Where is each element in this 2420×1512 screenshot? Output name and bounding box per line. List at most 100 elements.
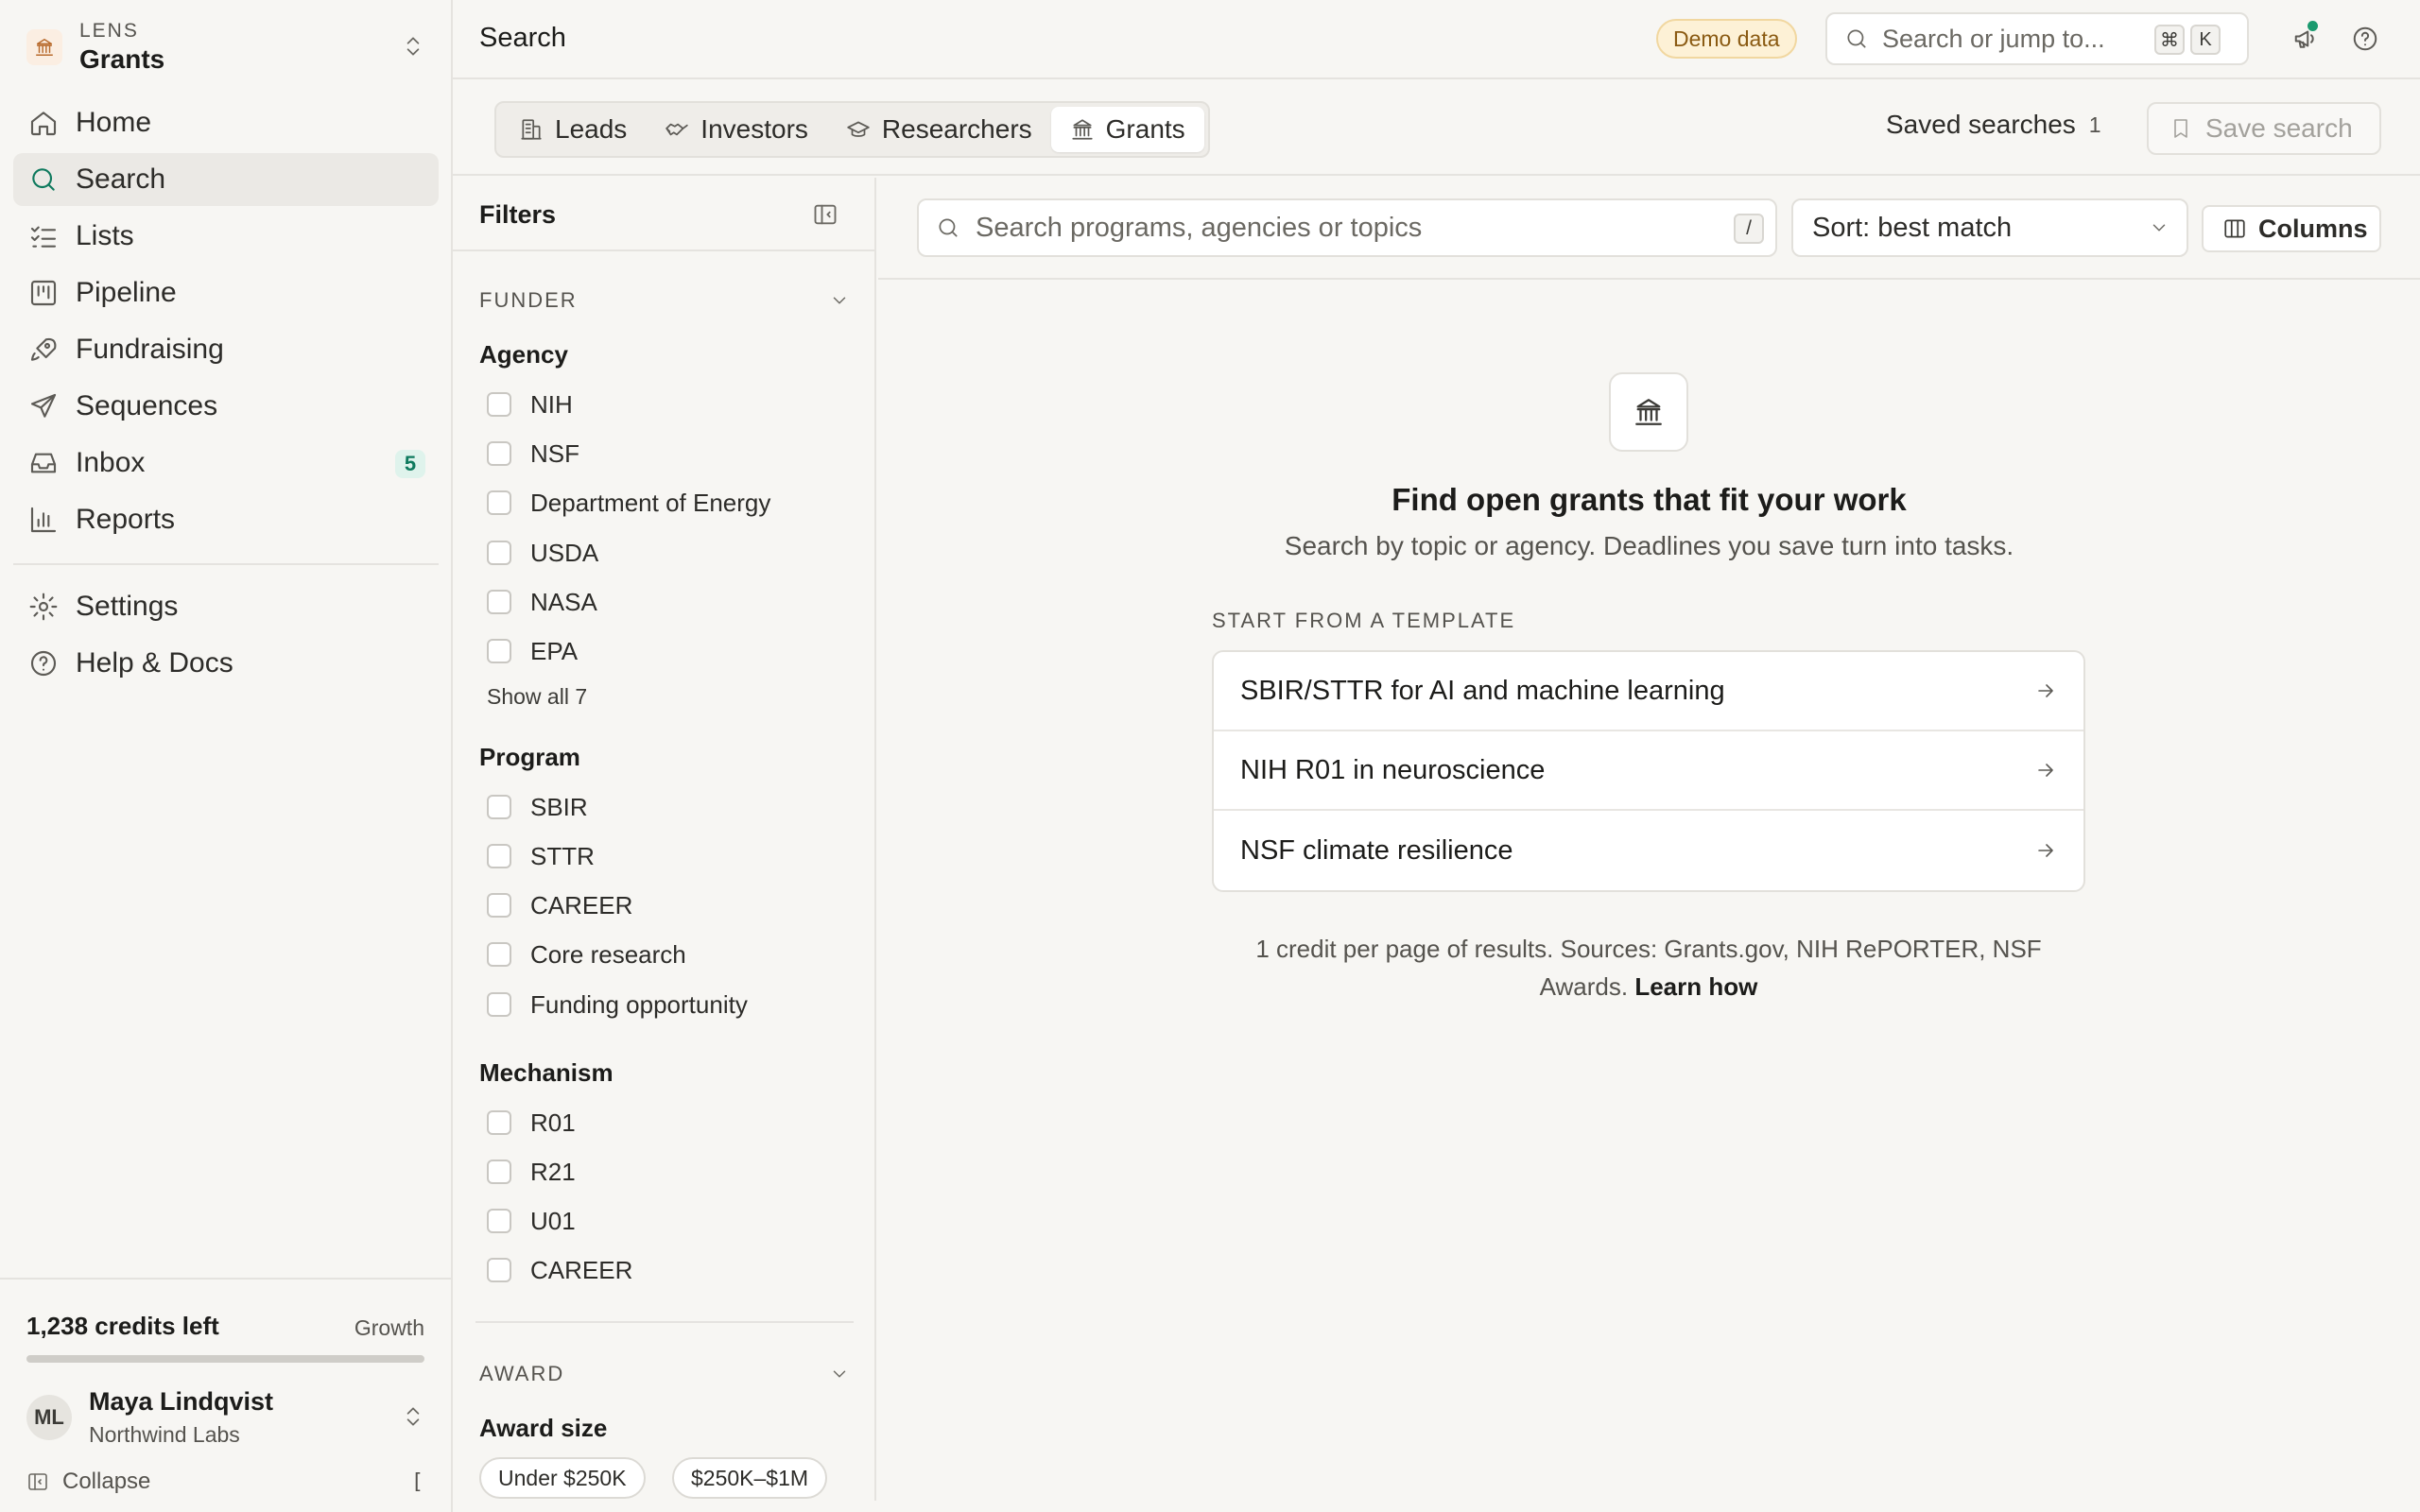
- credits-footnote: 1 credit per page of results. Sources: G…: [1212, 930, 2085, 1005]
- filters-divider: [475, 1321, 854, 1323]
- home-icon: [28, 108, 59, 138]
- nav-item-lists[interactable]: Lists: [13, 210, 439, 263]
- search-type-tabs: Leads Investors Researchers Grants: [494, 101, 1210, 158]
- columns-button[interactable]: Columns: [2202, 205, 2381, 252]
- landmark-icon: [26, 29, 62, 65]
- landmark-icon: [1070, 117, 1095, 142]
- award-size-chip[interactable]: Under $250K: [479, 1457, 646, 1499]
- program-option-sbir[interactable]: SBIR: [487, 790, 588, 824]
- checkbox[interactable]: [487, 795, 511, 819]
- sort-select[interactable]: Sort: best match: [1791, 198, 2188, 257]
- agency-option-nih[interactable]: NIH: [487, 387, 573, 421]
- global-search-input[interactable]: Search or jump to... ⌘ K: [1825, 12, 2249, 65]
- template-item[interactable]: NSF climate resilience: [1214, 811, 2083, 890]
- chevron-down-icon: [829, 290, 850, 311]
- program-option-career[interactable]: CAREER: [487, 888, 632, 922]
- checkbox[interactable]: [487, 639, 511, 663]
- program-option-funding-opportunity[interactable]: Funding opportunity: [487, 988, 748, 1022]
- sidebar-footer: 1,238 credits left Growth ML Maya Lindqv…: [0, 1278, 451, 1512]
- checkbox[interactable]: [487, 893, 511, 918]
- checkbox[interactable]: [487, 541, 511, 565]
- secondary-nav: Settings Help & Docs: [13, 580, 439, 694]
- shortcut-key-k: K: [2190, 25, 2221, 55]
- agency-option-nasa[interactable]: NASA: [487, 585, 597, 619]
- checkbox[interactable]: [487, 490, 511, 515]
- global-search-placeholder: Search or jump to...: [1882, 24, 2105, 53]
- template-section-label: START FROM A TEMPLATE: [1212, 609, 1516, 632]
- tab-leads[interactable]: Leads: [500, 107, 646, 152]
- template-label: SBIR/STTR for AI and machine learning: [1240, 675, 1725, 706]
- nav-label: Reports: [76, 504, 176, 535]
- checkbox[interactable]: [487, 992, 511, 1017]
- template-label: NSF climate resilience: [1240, 834, 1513, 866]
- collapse-sidebar-button[interactable]: Collapse [: [26, 1465, 424, 1499]
- bookmark-icon: [2169, 117, 2192, 140]
- help-circle-icon[interactable]: [2351, 25, 2379, 53]
- help-circle-icon: [28, 648, 59, 679]
- template-item[interactable]: NIH R01 in neuroscience: [1214, 731, 2083, 811]
- checkbox[interactable]: [487, 1110, 511, 1135]
- mechanism-option-career[interactable]: CAREER: [487, 1253, 632, 1287]
- agency-group-label: Agency: [479, 340, 568, 369]
- mechanism-option-u01[interactable]: U01: [487, 1204, 576, 1238]
- program-option-core-research[interactable]: Core research: [487, 937, 686, 971]
- grants-search-input[interactable]: Search programs, agencies or topics /: [917, 198, 1777, 257]
- user-menu[interactable]: ML Maya Lindqvist Northwind Labs: [26, 1383, 433, 1452]
- agency-option-usda[interactable]: USDA: [487, 536, 598, 570]
- nav-item-reports[interactable]: Reports: [13, 493, 439, 546]
- checkbox[interactable]: [487, 1258, 511, 1282]
- checkbox[interactable]: [487, 441, 511, 466]
- saved-searches-link[interactable]: Saved searches 1: [1886, 110, 2101, 140]
- nav-item-fundraising[interactable]: Fundraising: [13, 323, 439, 376]
- tab-label: Grants: [1105, 114, 1185, 144]
- nav-item-search[interactable]: Search: [13, 153, 439, 206]
- arrow-right-icon: [2034, 679, 2057, 702]
- credits-progress-fill: [26, 1355, 424, 1363]
- nav-item-home[interactable]: Home: [13, 96, 439, 149]
- template-item[interactable]: SBIR/STTR for AI and machine learning: [1214, 652, 2083, 731]
- award-size-group-label: Award size: [479, 1414, 608, 1442]
- award-section-toggle[interactable]: AWARD: [479, 1359, 850, 1389]
- agency-option-doe[interactable]: Department of Energy: [487, 486, 770, 520]
- checkbox[interactable]: [487, 844, 511, 868]
- inbox-count-badge: 5: [395, 450, 425, 478]
- tab-grants[interactable]: Grants: [1050, 107, 1204, 152]
- nav-item-help[interactable]: Help & Docs: [13, 637, 439, 690]
- nav-item-sequences[interactable]: Sequences: [13, 380, 439, 433]
- panel-left-close-icon[interactable]: [812, 201, 838, 228]
- nav-item-inbox[interactable]: Inbox 5: [13, 437, 439, 490]
- tab-researchers[interactable]: Researchers: [827, 107, 1051, 152]
- learn-how-link[interactable]: Learn how: [1634, 972, 1757, 1001]
- show-all-agencies-link[interactable]: Show all 7: [487, 684, 587, 710]
- checkbox[interactable]: [487, 942, 511, 967]
- search-icon: [936, 215, 960, 240]
- mechanism-option-r21[interactable]: R21: [487, 1155, 576, 1189]
- program-group-label: Program: [479, 743, 580, 771]
- nav-item-pipeline[interactable]: Pipeline: [13, 266, 439, 319]
- saved-searches-count: 1: [2088, 112, 2101, 137]
- arrow-right-icon: [2034, 759, 2057, 782]
- nav-label: Sequences: [76, 390, 218, 421]
- bar-chart-icon: [28, 505, 59, 535]
- tab-investors[interactable]: Investors: [646, 107, 827, 152]
- checkbox[interactable]: [487, 1209, 511, 1233]
- award-size-chip[interactable]: $250K–$1M: [672, 1457, 828, 1499]
- program-option-sttr[interactable]: STTR: [487, 839, 595, 873]
- agency-option-nsf[interactable]: NSF: [487, 437, 579, 471]
- funder-section-toggle[interactable]: FUNDER: [479, 285, 850, 316]
- checkbox[interactable]: [487, 392, 511, 417]
- nav-label: Search: [76, 163, 166, 195]
- chevron-down-icon: [2149, 217, 2169, 238]
- list-checks-icon: [28, 221, 59, 251]
- tab-label: Investors: [700, 114, 808, 144]
- nav-label: Pipeline: [76, 277, 177, 308]
- agency-option-epa[interactable]: EPA: [487, 634, 578, 668]
- mechanism-option-r01[interactable]: R01: [487, 1106, 576, 1140]
- checkbox[interactable]: [487, 590, 511, 614]
- checkbox[interactable]: [487, 1160, 511, 1184]
- nav-item-settings[interactable]: Settings: [13, 580, 439, 633]
- workspace-switcher[interactable]: LENS Grants: [26, 13, 433, 81]
- option-label: USDA: [530, 538, 599, 567]
- mechanism-group-label: Mechanism: [479, 1058, 614, 1087]
- save-search-button[interactable]: Save search: [2147, 102, 2381, 155]
